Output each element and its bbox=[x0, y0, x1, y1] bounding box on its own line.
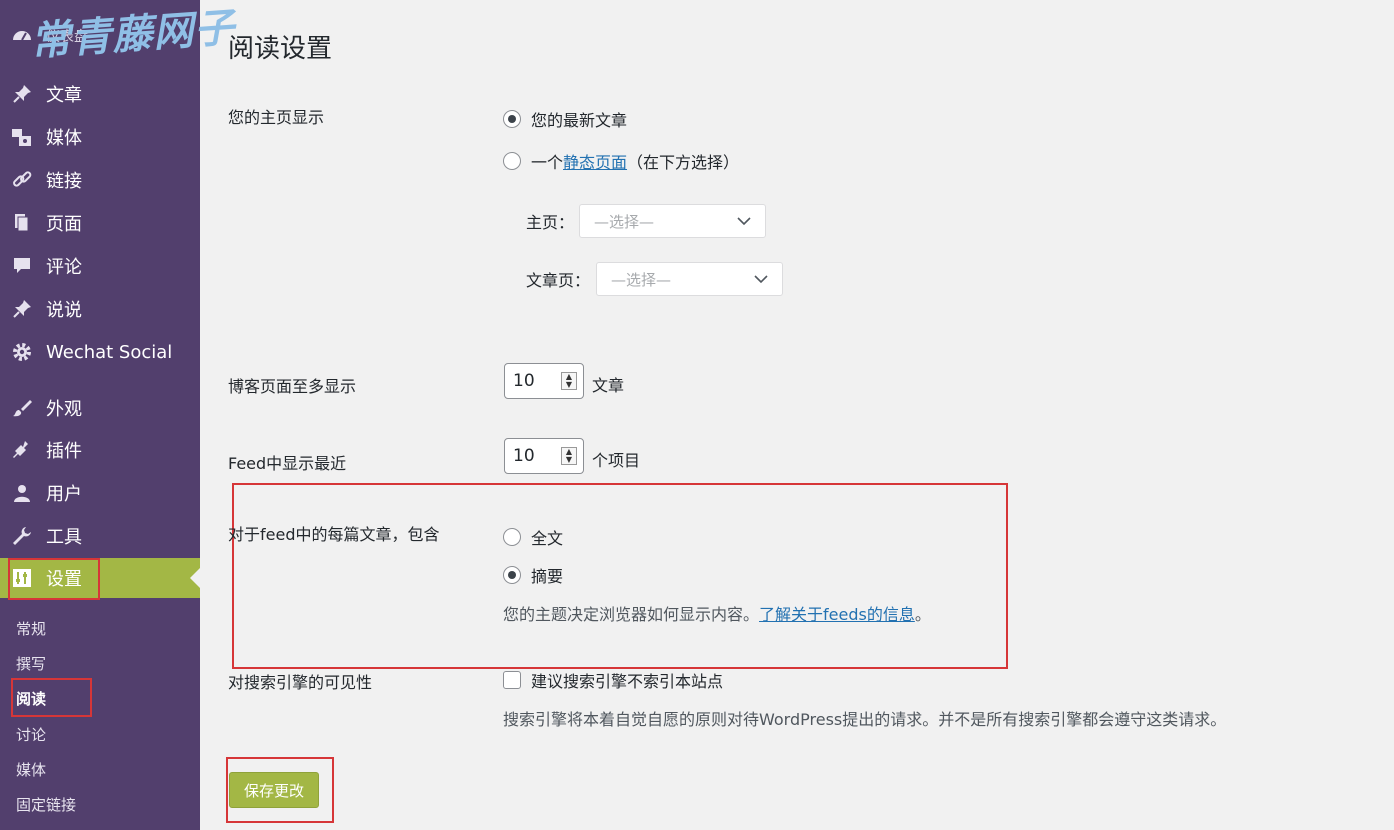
comment-icon bbox=[10, 254, 34, 278]
posts-per-page-label: 博客页面至多显示 bbox=[228, 377, 357, 396]
posts-per-page-input[interactable]: 10 ▲ ▼ bbox=[504, 363, 584, 399]
menu-item-plugins[interactable]: 插件 bbox=[0, 430, 200, 470]
chevron-down-icon bbox=[754, 270, 768, 288]
chevron-down-icon bbox=[737, 212, 751, 230]
number-value: 10 bbox=[513, 371, 535, 391]
spinner-arrows-icon[interactable]: ▲ ▼ bbox=[561, 447, 577, 465]
menu-item-label: Wechat Social bbox=[46, 341, 173, 363]
user-icon bbox=[10, 481, 34, 505]
menu-item-label: 插件 bbox=[46, 441, 82, 462]
option-label-prefix: 一个 bbox=[531, 153, 564, 172]
link-icon bbox=[10, 168, 34, 192]
discourage-search-checkbox[interactable] bbox=[503, 671, 521, 689]
option-label: 摘要 bbox=[531, 567, 564, 586]
menu-item-label: 用户 bbox=[46, 484, 82, 505]
menu-item-posts[interactable]: 文章 bbox=[0, 74, 200, 114]
front-page-select[interactable]: —选择— bbox=[579, 204, 766, 238]
watermark: 常青藤网子 bbox=[28, 4, 237, 66]
radio-full-text[interactable] bbox=[503, 528, 521, 546]
media-icon bbox=[10, 125, 34, 149]
pushpin-icon bbox=[10, 82, 34, 106]
spinner-arrows-icon[interactable]: ▲ ▼ bbox=[561, 372, 577, 390]
gear-icon bbox=[10, 340, 34, 364]
wrench-icon bbox=[10, 524, 34, 548]
front-page-label: 主页： bbox=[526, 213, 575, 232]
menu-item-label: 媒体 bbox=[46, 128, 82, 149]
search-visibility-description: 搜索引擎将本着自觉自愿的原则对待WordPress提出的请求。并不是所有搜索引擎… bbox=[503, 710, 1227, 729]
feed-count-input[interactable]: 10 ▲ ▼ bbox=[504, 438, 584, 474]
checkbox-label: 建议搜索引擎不索引本站点 bbox=[531, 672, 724, 691]
page-title: 阅读设置 bbox=[228, 34, 333, 64]
highlight-box-reading bbox=[11, 678, 92, 717]
feed-count-label: Feed中显示最近 bbox=[228, 454, 347, 473]
feeds-info-link[interactable]: 了解关于feeds的信息 bbox=[759, 605, 915, 624]
menu-item-users[interactable]: 用户 bbox=[0, 473, 200, 513]
select-value: —选择— bbox=[611, 270, 672, 289]
feed-option-summary[interactable]: 摘要 bbox=[503, 563, 563, 587]
menu-item-label: 说说 bbox=[46, 300, 82, 321]
homepage-option-latest[interactable]: 您的最新文章 bbox=[503, 107, 627, 131]
option-label: 您的最新文章 bbox=[531, 111, 628, 130]
submenu-item-general[interactable]: 常规 bbox=[16, 618, 46, 639]
search-visibility-option[interactable]: 建议搜索引擎不索引本站点 bbox=[503, 668, 723, 692]
posts-per-page-unit: 文章 bbox=[592, 376, 625, 395]
menu-item-comments[interactable]: 评论 bbox=[0, 246, 200, 286]
feed-option-full[interactable]: 全文 bbox=[503, 525, 563, 549]
menu-item-tools[interactable]: 工具 bbox=[0, 516, 200, 556]
radio-static-page[interactable] bbox=[503, 152, 521, 170]
radio-summary[interactable] bbox=[503, 566, 521, 584]
menu-item-shuoshuo[interactable]: 说说 bbox=[0, 289, 200, 329]
submenu-item-writing[interactable]: 撰写 bbox=[16, 653, 46, 674]
radio-latest-posts[interactable] bbox=[503, 110, 521, 128]
desc-text: 。 bbox=[914, 605, 931, 624]
feed-content-label: 对于feed中的每篇文章，包含 bbox=[228, 525, 440, 544]
posts-page-select[interactable]: —选择— bbox=[596, 262, 783, 296]
brush-icon bbox=[10, 396, 34, 420]
homepage-display-label: 您的主页显示 bbox=[228, 108, 325, 127]
submenu-item-permalinks[interactable]: 固定链接 bbox=[16, 794, 76, 815]
menu-item-links[interactable]: 链接 bbox=[0, 160, 200, 200]
plugin-icon bbox=[10, 438, 34, 462]
menu-item-label: 外观 bbox=[46, 399, 82, 420]
highlight-box-settings bbox=[8, 558, 100, 600]
submenu-item-media[interactable]: 媒体 bbox=[16, 759, 46, 780]
menu-item-wechat-social[interactable]: Wechat Social bbox=[0, 332, 200, 372]
save-changes-button[interactable]: 保存更改 bbox=[229, 772, 319, 808]
option-label-suffix: （在下方选择） bbox=[627, 153, 740, 172]
number-value: 10 bbox=[513, 446, 535, 466]
menu-item-label: 文章 bbox=[46, 85, 82, 106]
menu-item-label: 工具 bbox=[46, 527, 82, 548]
feed-count-unit: 个项目 bbox=[592, 451, 641, 470]
submenu-item-discussion[interactable]: 讨论 bbox=[16, 724, 46, 745]
menu-item-appearance[interactable]: 外观 bbox=[0, 388, 200, 428]
pushpin-icon bbox=[10, 297, 34, 321]
option-label: 全文 bbox=[531, 529, 564, 548]
menu-item-label: 链接 bbox=[46, 171, 82, 192]
menu-item-label: 评论 bbox=[46, 257, 82, 278]
search-visibility-label: 对搜索引擎的可见性 bbox=[228, 673, 373, 692]
menu-item-label: 页面 bbox=[46, 214, 82, 235]
menu-item-media[interactable]: 媒体 bbox=[0, 117, 200, 157]
desc-text: 您的主题决定浏览器如何显示内容。 bbox=[503, 605, 760, 624]
page-icon bbox=[10, 211, 34, 235]
feed-content-description: 您的主题决定浏览器如何显示内容。了解关于feeds的信息。 bbox=[503, 601, 931, 625]
posts-page-label: 文章页： bbox=[526, 271, 591, 290]
select-value: —选择— bbox=[594, 212, 655, 231]
highlight-box-feed-content bbox=[232, 483, 1008, 669]
menu-item-pages[interactable]: 页面 bbox=[0, 203, 200, 243]
static-page-link[interactable]: 静态页面 bbox=[563, 149, 627, 173]
homepage-option-static[interactable]: 一个 静态页面 （在下方选择） bbox=[503, 149, 739, 173]
